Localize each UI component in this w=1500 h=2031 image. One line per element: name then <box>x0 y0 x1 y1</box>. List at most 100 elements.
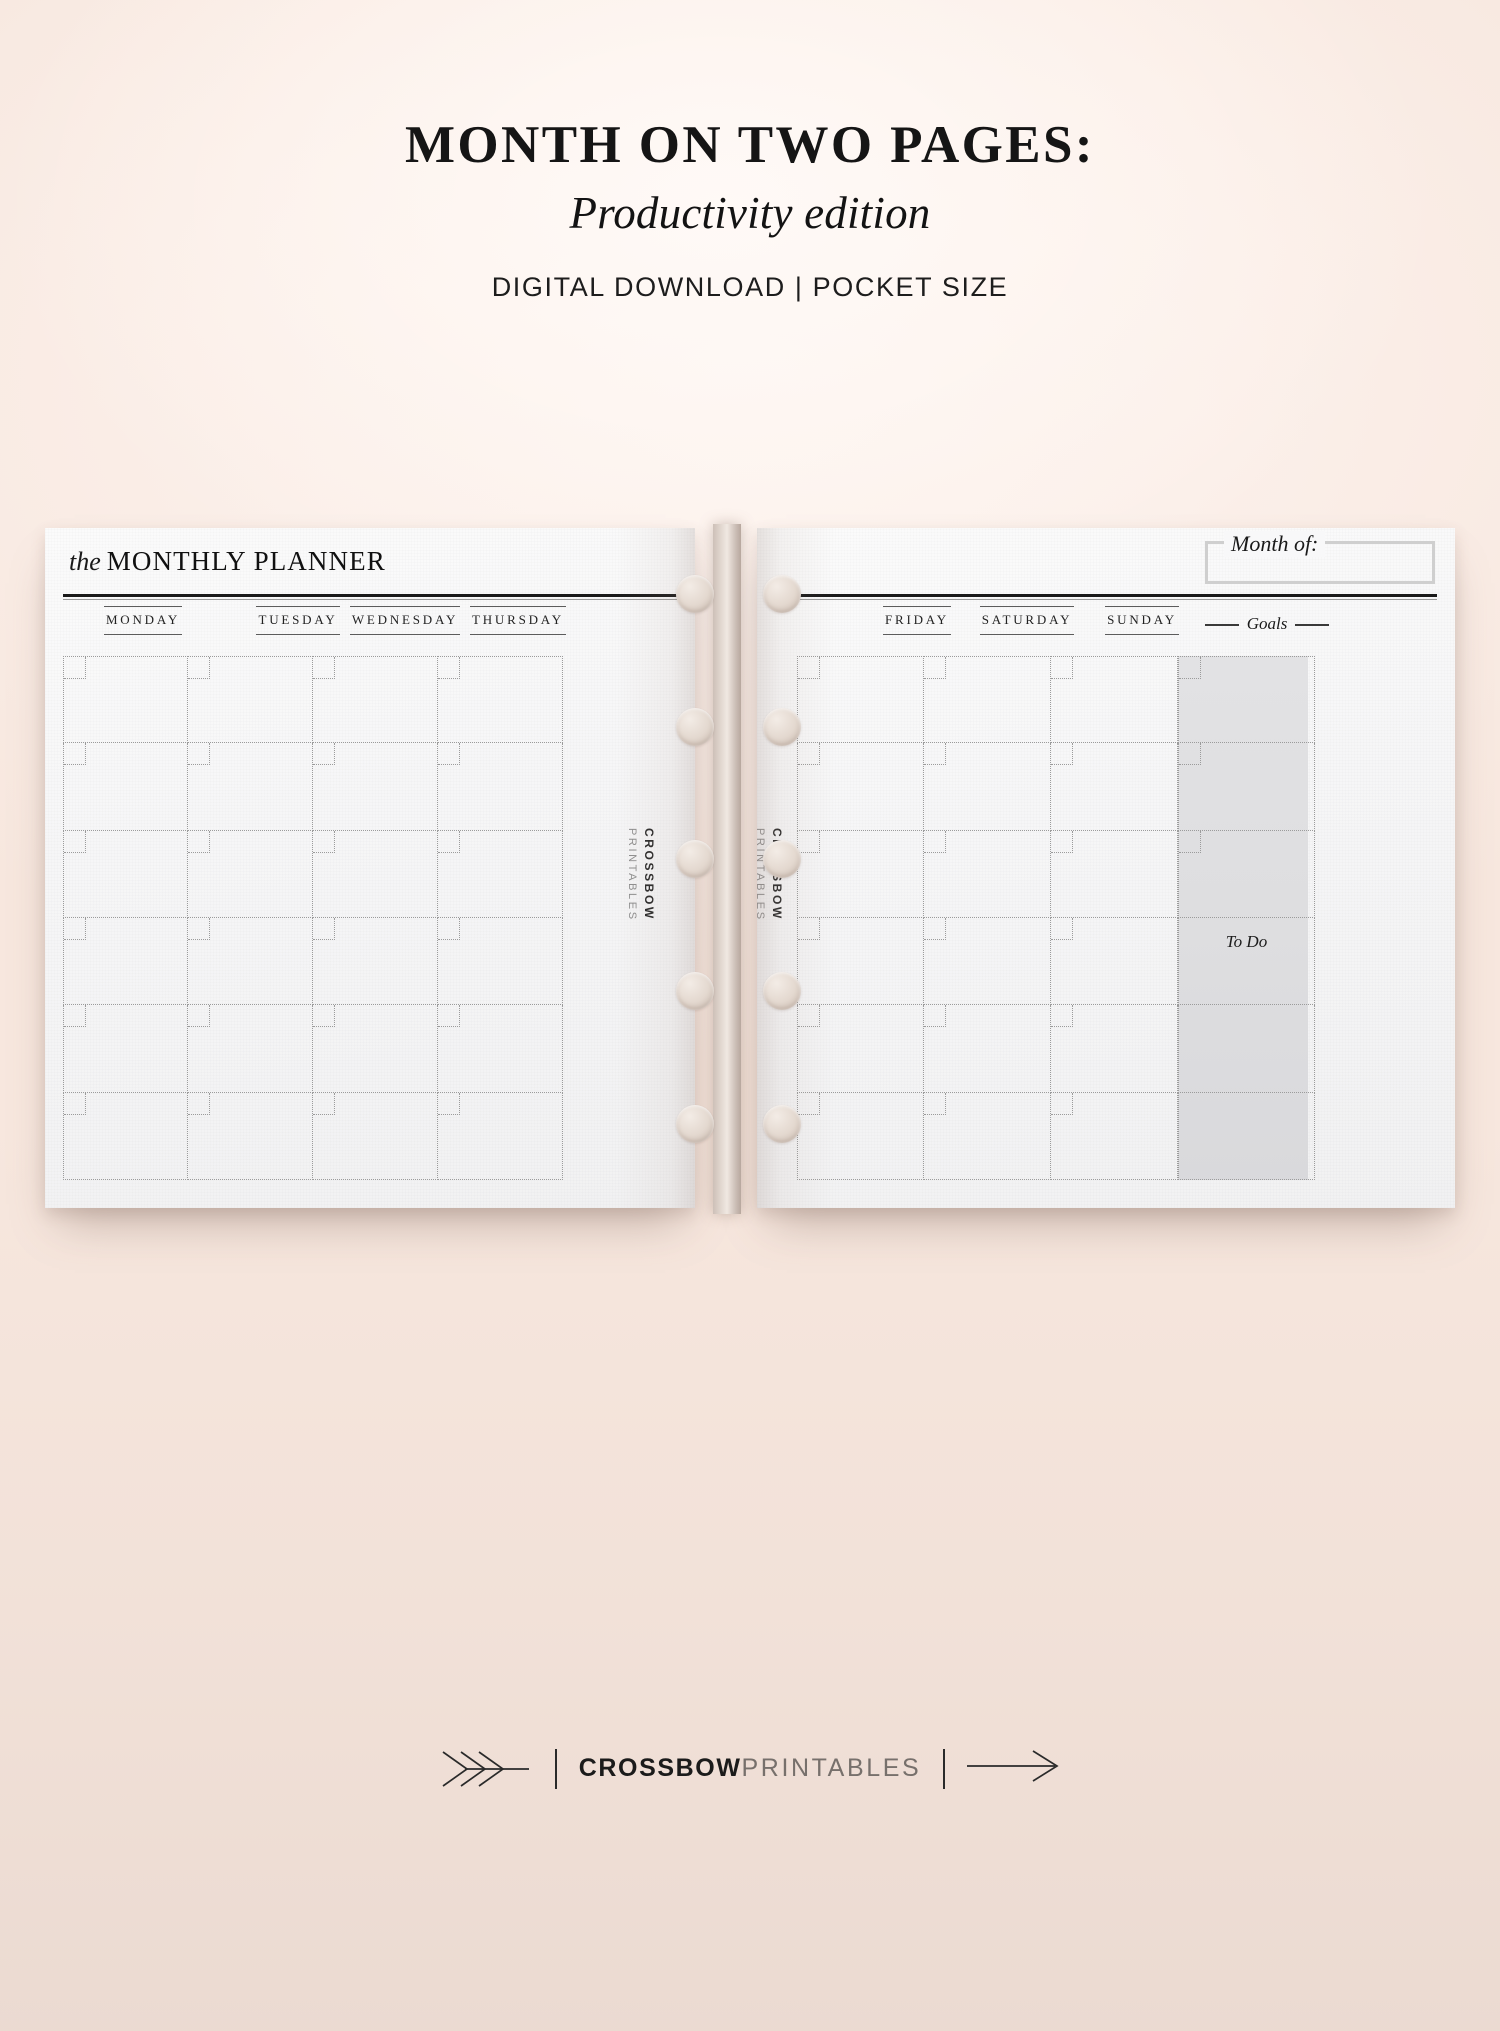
goals-header: Goals <box>1177 614 1357 634</box>
calendar-day-cell[interactable] <box>63 656 188 744</box>
goals-todo-grid[interactable]: To Do <box>1178 656 1315 1180</box>
calendar-day-cell[interactable] <box>63 743 188 831</box>
date-number-box[interactable] <box>64 743 86 766</box>
date-number-box[interactable] <box>64 918 86 940</box>
todo-section-cell[interactable]: To Do <box>1178 918 1315 1006</box>
date-number-box[interactable] <box>313 657 335 679</box>
date-number-box[interactable] <box>188 1092 210 1115</box>
goals-marker-box <box>1179 830 1201 853</box>
calendar-day-cell[interactable] <box>797 743 924 831</box>
calendar-day-cell[interactable] <box>924 743 1051 831</box>
goals-section-cell[interactable] <box>1178 830 1315 918</box>
date-number-box[interactable] <box>64 1092 86 1115</box>
brand-name: CROSSBOW <box>642 828 656 921</box>
date-number-box[interactable] <box>924 743 946 766</box>
date-number-box[interactable] <box>1051 830 1073 853</box>
title-monthly-planner: MONTHLY PLANNER <box>106 546 386 576</box>
calendar-day-cell[interactable] <box>188 743 313 831</box>
date-number-box[interactable] <box>313 1005 335 1028</box>
calendar-day-cell[interactable] <box>924 918 1051 1006</box>
calendar-day-cell[interactable] <box>1051 656 1178 744</box>
date-number-box[interactable] <box>798 830 820 853</box>
calendar-day-cell[interactable] <box>438 830 563 918</box>
date-number-box[interactable] <box>64 830 86 853</box>
calendar-day-cell[interactable] <box>438 918 563 1006</box>
date-number-box[interactable] <box>1051 657 1073 679</box>
calendar-day-cell[interactable] <box>1051 1005 1178 1093</box>
calendar-day-cell[interactable] <box>313 918 438 1006</box>
calendar-day-cell[interactable] <box>438 1092 563 1180</box>
calendar-day-cell[interactable] <box>924 1092 1051 1180</box>
date-number-box[interactable] <box>924 830 946 853</box>
date-number-box[interactable] <box>188 1005 210 1028</box>
goals-section-cell[interactable] <box>1178 743 1315 831</box>
date-number-box[interactable] <box>438 830 460 853</box>
calendar-day-cell[interactable] <box>188 656 313 744</box>
calendar-day-cell[interactable] <box>1051 1092 1178 1180</box>
date-number-box[interactable] <box>798 1005 820 1028</box>
calendar-day-cell[interactable] <box>63 1092 188 1180</box>
calendar-day-cell[interactable] <box>924 656 1051 744</box>
month-of-field[interactable]: Month of: <box>1205 531 1435 584</box>
calendar-day-cell[interactable] <box>924 830 1051 918</box>
calendar-day-cell[interactable] <box>797 1005 924 1093</box>
calendar-day-cell[interactable] <box>63 1005 188 1093</box>
calendar-day-cell[interactable] <box>188 1092 313 1180</box>
date-number-box[interactable] <box>313 830 335 853</box>
calendar-day-cell[interactable] <box>188 918 313 1006</box>
date-number-box[interactable] <box>64 1005 86 1028</box>
date-number-box[interactable] <box>313 918 335 940</box>
calendar-day-cell[interactable] <box>438 656 563 744</box>
date-number-box[interactable] <box>188 657 210 679</box>
date-number-box[interactable] <box>924 657 946 679</box>
date-number-box[interactable] <box>64 657 86 679</box>
calendar-day-cell[interactable] <box>1051 830 1178 918</box>
calendar-day-cell[interactable] <box>924 1005 1051 1093</box>
date-number-box[interactable] <box>438 743 460 766</box>
date-number-box[interactable] <box>188 918 210 940</box>
date-number-box[interactable] <box>188 830 210 853</box>
calendar-day-cell[interactable] <box>188 1005 313 1093</box>
calendar-day-cell[interactable] <box>438 1005 563 1093</box>
goals-section-cell[interactable] <box>1178 656 1315 744</box>
date-number-box[interactable] <box>798 743 820 766</box>
calendar-day-cell[interactable] <box>313 743 438 831</box>
date-number-box[interactable] <box>798 918 820 940</box>
goals-section-cell[interactable] <box>1178 1005 1315 1093</box>
date-number-box[interactable] <box>438 1092 460 1115</box>
calendar-day-cell[interactable] <box>797 830 924 918</box>
date-number-box[interactable] <box>924 1092 946 1115</box>
date-number-box[interactable] <box>1051 743 1073 766</box>
date-number-box[interactable] <box>313 1092 335 1115</box>
left-weekday-row: MONDAY TUESDAY WEDNESDAY THURSDAY <box>63 606 677 644</box>
date-number-box[interactable] <box>1051 1005 1073 1028</box>
date-number-box[interactable] <box>798 657 820 679</box>
calendar-day-cell[interactable] <box>63 830 188 918</box>
date-number-box[interactable] <box>924 1005 946 1028</box>
date-number-box[interactable] <box>438 657 460 679</box>
left-calendar-grid[interactable] <box>63 656 563 1180</box>
calendar-day-cell[interactable] <box>1051 743 1178 831</box>
calendar-day-cell[interactable] <box>313 830 438 918</box>
date-number-box[interactable] <box>1051 1092 1073 1115</box>
date-number-box[interactable] <box>188 743 210 766</box>
calendar-day-cell[interactable] <box>797 918 924 1006</box>
calendar-day-cell[interactable] <box>1051 918 1178 1006</box>
goals-section-cell[interactable] <box>1178 1092 1315 1180</box>
calendar-day-cell[interactable] <box>63 918 188 1006</box>
calendar-day-cell[interactable] <box>313 1092 438 1180</box>
calendar-day-cell[interactable] <box>313 656 438 744</box>
calendar-day-cell[interactable] <box>438 743 563 831</box>
calendar-day-cell[interactable] <box>797 1092 924 1180</box>
calendar-day-cell[interactable] <box>313 1005 438 1093</box>
calendar-day-cell[interactable] <box>188 830 313 918</box>
date-number-box[interactable] <box>313 743 335 766</box>
date-number-box[interactable] <box>924 918 946 940</box>
date-number-box[interactable] <box>438 1005 460 1028</box>
date-number-box[interactable] <box>1051 918 1073 940</box>
date-number-box[interactable] <box>798 1092 820 1115</box>
calendar-day-cell[interactable] <box>797 656 924 744</box>
date-number-box[interactable] <box>438 918 460 940</box>
left-header-rule <box>63 594 677 600</box>
right-calendar-grid[interactable] <box>797 656 1178 1180</box>
